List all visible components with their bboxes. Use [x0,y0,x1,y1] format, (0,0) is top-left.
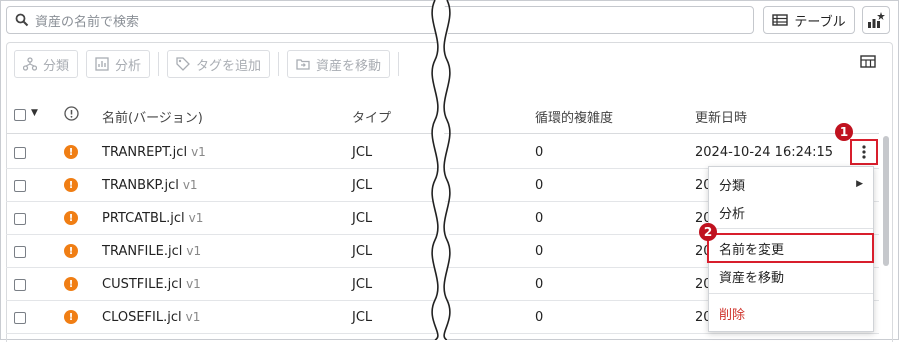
column-updated[interactable]: 更新日時 [695,107,747,126]
row-actions-button[interactable] [850,139,878,165]
asset-type: JCL [352,178,373,193]
menu-item-move[interactable]: 資産を移動 [709,261,873,291]
toolbar-divider [158,52,160,76]
add-tag-button[interactable]: タグを追加 [167,50,271,78]
warning-icon: ! [64,310,78,324]
toolbar-divider [278,52,280,76]
asset-name-text[interactable]: TRANBKP.jcl [102,178,179,193]
warning-icon: ! [64,145,78,159]
warning-icon: ! [64,178,78,192]
row-checkbox[interactable] [14,180,26,192]
asset-updated: 2024-10-24 16:24:15 [695,145,834,160]
asset-name[interactable]: CUSTFILE.jcl v1 [102,277,201,292]
warning-icon: ! [64,211,78,225]
asset-version: v1 [188,211,204,225]
menu-item-analyze-label: 分析 [719,206,746,222]
row-checkbox[interactable] [14,213,26,225]
column-name[interactable]: 名前(バージョン) [102,107,203,126]
asset-name-text[interactable]: PRTCATBL.jcl [102,211,185,226]
menu-item-delete[interactable]: 削除 [709,298,873,328]
asset-version: v1 [186,244,202,258]
asset-name[interactable]: TRANREPT.jcl v1 [102,145,206,160]
row-checkbox[interactable] [14,279,26,291]
move-icon [296,59,310,70]
asset-version: v1 [182,178,198,192]
asset-version: v1 [185,310,201,324]
menu-item-rename-label: 名前を変更 [719,242,785,258]
asset-name[interactable]: CLOSEFIL.jcl v1 [102,310,200,325]
table-view-button[interactable]: テーブル [763,6,855,34]
row-checkbox[interactable] [14,312,26,324]
callout-marker-2: 2 [699,223,717,241]
asset-complexity: 0 [535,277,544,292]
menu-item-delete-label: 削除 [719,307,746,323]
classify-icon [23,57,37,71]
chevron-right-icon: ▶ [856,179,863,189]
row-context-menu: 分類 ▶ 分析 名前を変更 資産を移動 削除 [707,166,874,332]
toolbar: 分類 分析 タグを追加 資産を移動 [14,50,400,78]
menu-divider [709,228,873,229]
search-icon [15,13,29,27]
menu-item-analyze[interactable]: 分析 [709,197,873,227]
asset-type: JCL [352,277,373,292]
asset-complexity: 0 [535,145,544,160]
asset-name-text[interactable]: CLOSEFIL.jcl [102,310,182,325]
search-placeholder: 資産の名前で検索 [35,14,140,30]
classify-button[interactable]: 分類 [14,50,79,78]
warning-column-icon [64,106,79,121]
row-checkbox[interactable] [14,246,26,258]
menu-item-classify-label: 分類 [719,178,746,194]
warning-icon: ! [64,244,78,258]
add-tag-label: タグを追加 [196,58,262,74]
asset-name[interactable]: PRTCATBL.jcl v1 [102,211,203,226]
toolbar-divider [398,52,400,76]
asset-name-text[interactable]: CUSTFILE.jcl [102,277,182,292]
row-checkbox[interactable] [14,147,26,159]
analyze-label: 分析 [115,58,142,74]
chart-view-button[interactable] [862,6,890,34]
asset-complexity: 0 [535,310,544,325]
table-icon [772,14,789,26]
asset-name-text[interactable]: TRANFILE.jcl [102,244,182,259]
more-vertical-icon [862,145,866,159]
asset-complexity: 0 [535,244,544,259]
asset-version: v1 [186,277,201,291]
menu-item-rename[interactable]: 名前を変更 [707,233,874,263]
asset-name[interactable]: TRANBKP.jcl v1 [102,178,198,193]
chart-star-icon [868,12,885,28]
asset-type: JCL [352,145,373,160]
menu-item-classify[interactable]: 分類 ▶ [709,169,873,199]
select-dropdown-chevron-icon[interactable]: ▼ [31,108,38,118]
analyze-button[interactable]: 分析 [86,50,151,78]
analyze-icon [95,57,109,71]
asset-type: JCL [352,310,373,325]
asset-complexity: 0 [535,211,544,226]
menu-divider [709,293,873,294]
warning-icon: ! [64,277,78,291]
table-view-label: テーブル [794,14,846,30]
search-input[interactable]: 資産の名前で検索 [6,6,754,34]
move-asset-label: 資産を移動 [316,58,382,74]
move-asset-button[interactable]: 資産を移動 [287,50,391,78]
asset-complexity: 0 [535,178,544,193]
asset-version: v1 [191,145,206,159]
asset-name[interactable]: TRANFILE.jcl v1 [102,244,201,259]
screenshot-break-line [431,0,451,340]
asset-type: JCL [352,244,373,259]
tag-icon [176,57,190,71]
select-all-checkbox[interactable] [14,109,26,121]
classify-label: 分類 [43,58,70,74]
callout-marker-1: 1 [835,123,853,141]
asset-type: JCL [352,211,373,226]
menu-item-move-label: 資産を移動 [719,270,785,286]
vertical-scrollbar[interactable] [883,136,889,266]
column-type[interactable]: タイプ [352,107,391,126]
column-complexity[interactable]: 循環的複雑度 [535,107,613,126]
asset-name-text[interactable]: TRANREPT.jcl [102,145,187,160]
column-settings-icon[interactable] [860,54,876,74]
